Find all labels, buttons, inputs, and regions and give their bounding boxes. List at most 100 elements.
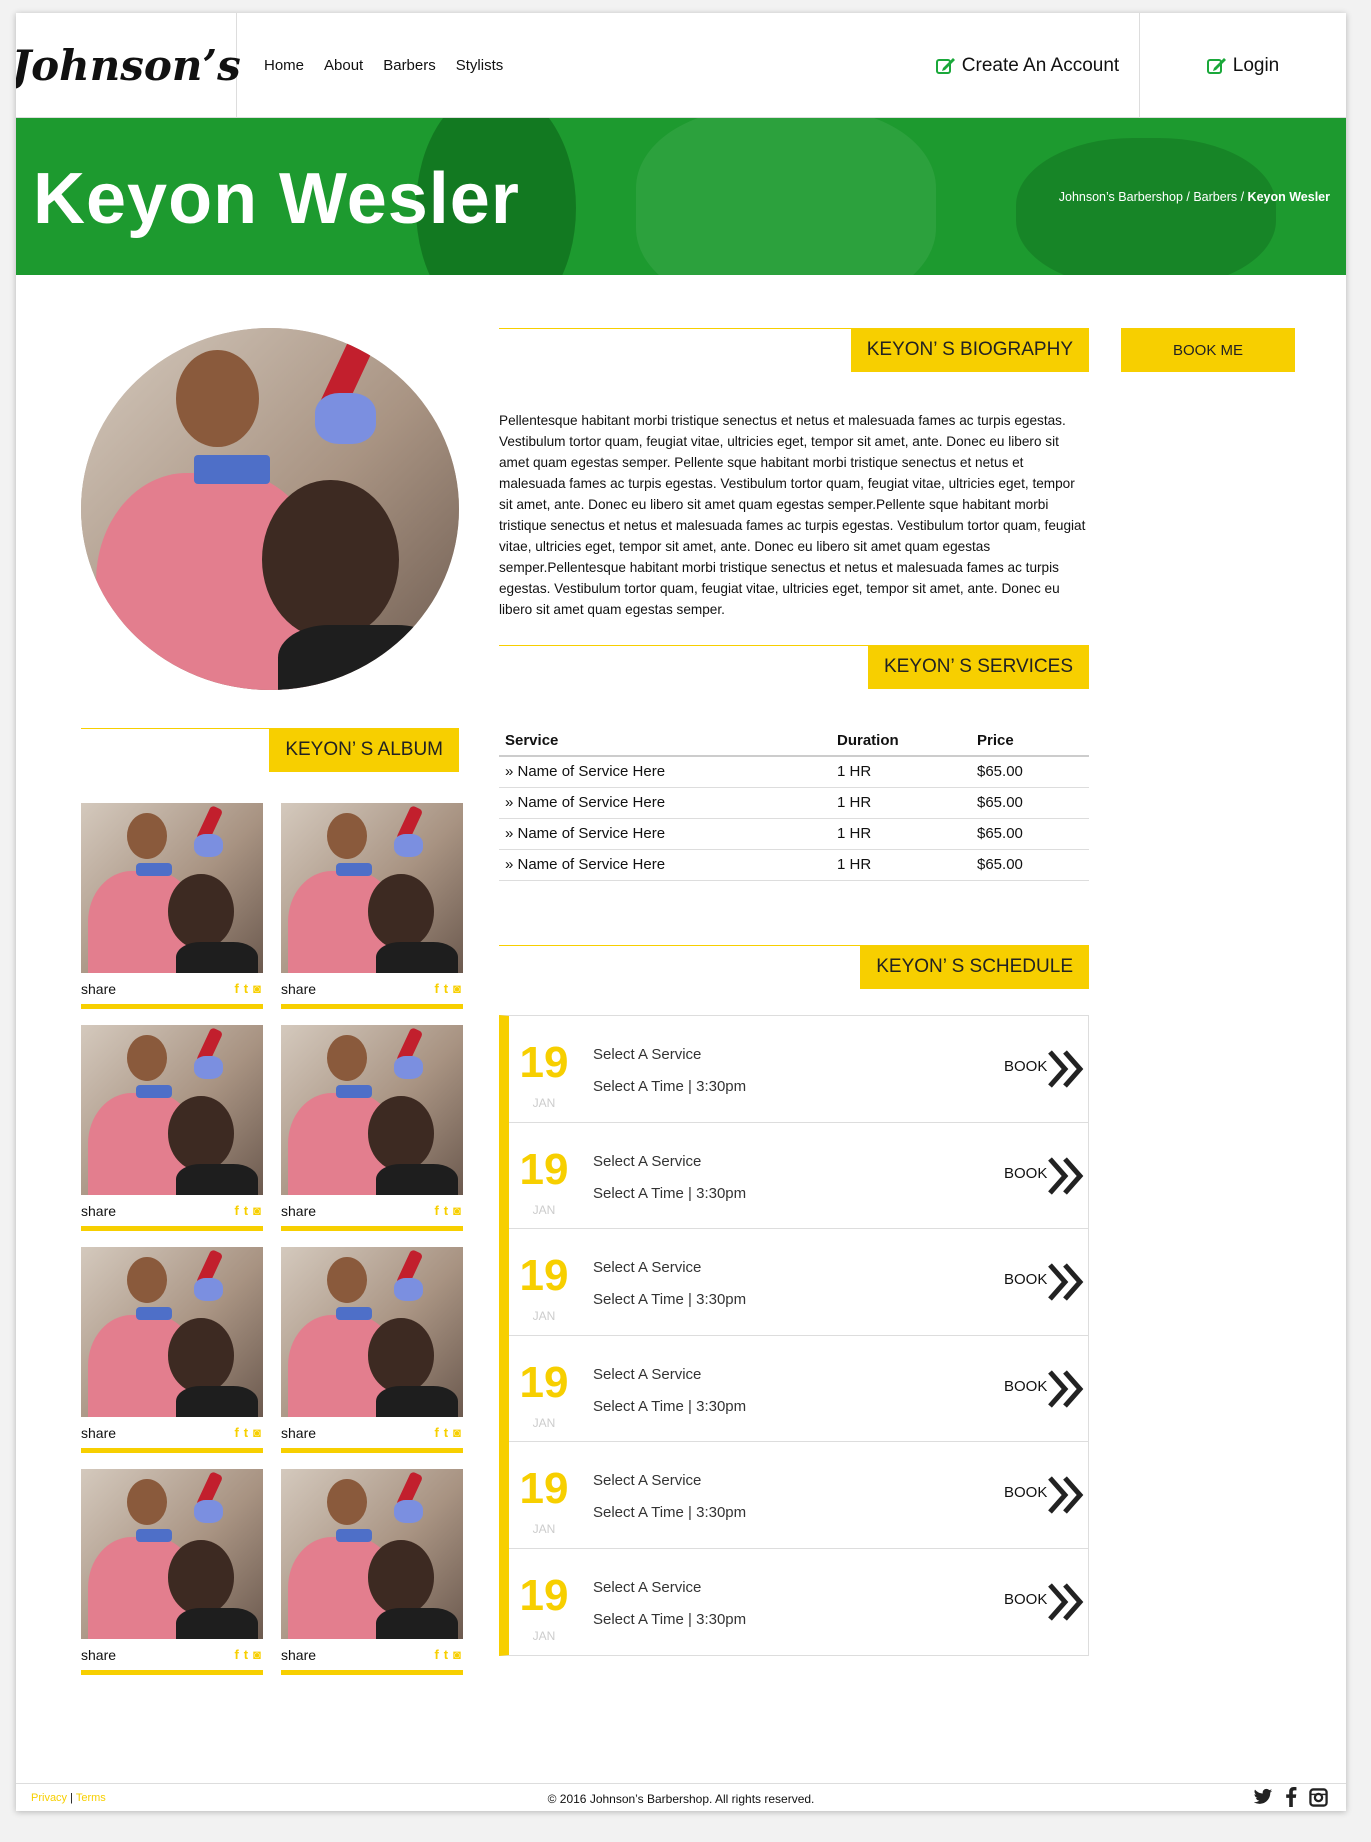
schedule-day: 19 [519, 1464, 569, 1513]
instagram-icon[interactable]: ◙ [253, 1203, 261, 1218]
hero-banner: Keyon Wesler Johnson’s Barbershop / Barb… [16, 118, 1346, 275]
select-service-dropdown[interactable]: Select A Service [593, 1366, 701, 1383]
twitter-icon[interactable]: t [444, 981, 448, 996]
album-photo[interactable] [281, 1025, 463, 1195]
album-item[interactable]: share f t ◙ [81, 803, 263, 1009]
twitter-icon[interactable]: t [444, 1203, 448, 1218]
select-service-dropdown[interactable]: Select A Service [593, 1153, 701, 1170]
share-label: share [81, 981, 117, 997]
book-button[interactable]: BOOK [1004, 1058, 1047, 1075]
page-title: Keyon Wesler [33, 159, 520, 239]
nav-barbers[interactable]: Barbers [383, 57, 436, 74]
book-button[interactable]: BOOK [1004, 1591, 1047, 1608]
site-header: Johnson’s Home About Barbers Stylists Cr… [16, 13, 1346, 118]
album-photo[interactable] [281, 1469, 463, 1639]
nav-about[interactable]: About [324, 57, 363, 74]
album-photo[interactable] [81, 1469, 263, 1639]
book-button[interactable]: BOOK [1004, 1484, 1047, 1501]
twitter-icon[interactable]: t [244, 1203, 248, 1218]
facebook-icon[interactable]: f [234, 1647, 238, 1662]
instagram-icon[interactable]: ◙ [253, 981, 261, 996]
album-item[interactable]: share f t ◙ [81, 1247, 263, 1453]
facebook-icon[interactable] [1285, 1787, 1297, 1807]
schedule-row: 19 JAN Select A Service Select A Time | 3:3… [509, 1442, 1088, 1549]
service-price: $65.00 [971, 849, 1089, 881]
table-row[interactable]: » Name of Service Here 1 HR $65.00 [499, 787, 1089, 819]
album-share-bar: share f t ◙ [81, 1417, 263, 1453]
select-service-dropdown[interactable]: Select A Service [593, 1259, 701, 1276]
twitter-icon[interactable]: t [244, 1425, 248, 1440]
album-photo[interactable] [281, 1247, 463, 1417]
instagram-icon[interactable]: ◙ [453, 1425, 461, 1440]
album-photo[interactable] [81, 803, 263, 973]
login-label: Login [1232, 54, 1280, 76]
table-row[interactable]: » Name of Service Here 1 HR $65.00 [499, 756, 1089, 788]
facebook-icon[interactable]: f [234, 1425, 238, 1440]
select-service-dropdown[interactable]: Select A Service [593, 1579, 701, 1596]
twitter-icon[interactable]: t [244, 1647, 248, 1662]
album-photo[interactable] [281, 803, 463, 973]
double-chevron-right-icon[interactable] [1046, 1155, 1086, 1197]
facebook-icon[interactable]: f [434, 1647, 438, 1662]
twitter-icon[interactable] [1253, 1788, 1273, 1806]
select-time-dropdown[interactable]: Select A Time | 3:30pm [593, 1611, 746, 1628]
nav-stylists[interactable]: Stylists [456, 57, 504, 74]
album-item[interactable]: share f t ◙ [281, 1469, 463, 1675]
twitter-icon[interactable]: t [244, 981, 248, 996]
select-time-dropdown[interactable]: Select A Time | 3:30pm [593, 1398, 746, 1415]
album-item[interactable]: share f t ◙ [81, 1469, 263, 1675]
select-time-dropdown[interactable]: Select A Time | 3:30pm [593, 1504, 746, 1521]
instagram-icon[interactable]: ◙ [453, 1647, 461, 1662]
twitter-icon[interactable]: t [444, 1647, 448, 1662]
facebook-icon[interactable]: f [434, 1203, 438, 1218]
breadcrumb-barbers[interactable]: Barbers [1193, 190, 1237, 204]
service-duration: 1 HR [831, 818, 971, 850]
album-item[interactable]: share f t ◙ [81, 1025, 263, 1231]
twitter-icon[interactable]: t [444, 1425, 448, 1440]
double-chevron-right-icon[interactable] [1046, 1368, 1086, 1410]
site-logo[interactable]: Johnson’s [16, 13, 241, 118]
share-label: share [81, 1425, 117, 1441]
facebook-icon[interactable]: f [434, 1425, 438, 1440]
select-service-dropdown[interactable]: Select A Service [593, 1046, 701, 1063]
double-chevron-right-icon[interactable] [1046, 1261, 1086, 1303]
album-item[interactable]: share f t ◙ [281, 1247, 463, 1453]
select-service-dropdown[interactable]: Select A Service [593, 1472, 701, 1489]
breadcrumb-home[interactable]: Johnson’s Barbershop [1059, 190, 1183, 204]
share-icons: f t ◙ [434, 1425, 461, 1440]
barber-portrait [81, 328, 459, 690]
album-photo[interactable] [81, 1247, 263, 1417]
album-item[interactable]: share f t ◙ [281, 803, 463, 1009]
create-account-label: Create An Account [961, 54, 1120, 76]
facebook-icon[interactable]: f [234, 981, 238, 996]
album-photo[interactable] [81, 1025, 263, 1195]
instagram-icon[interactable] [1309, 1787, 1328, 1807]
schedule-row: 19 JAN Select A Service Select A Time | 3:3… [509, 1229, 1088, 1336]
create-account-button[interactable]: Create An Account [916, 13, 1140, 118]
instagram-icon[interactable]: ◙ [453, 981, 461, 996]
nav-home[interactable]: Home [264, 57, 304, 74]
table-row[interactable]: » Name of Service Here 1 HR $65.00 [499, 849, 1089, 881]
book-button[interactable]: BOOK [1004, 1378, 1047, 1395]
breadcrumb: Johnson’s Barbershop / Barbers / Keyon W… [1059, 190, 1330, 204]
double-chevron-right-icon[interactable] [1046, 1048, 1086, 1090]
album-item[interactable]: share f t ◙ [281, 1025, 463, 1231]
book-button[interactable]: BOOK [1004, 1165, 1047, 1182]
book-button[interactable]: BOOK [1004, 1271, 1047, 1288]
select-time-dropdown[interactable]: Select A Time | 3:30pm [593, 1078, 746, 1095]
instagram-icon[interactable]: ◙ [253, 1647, 261, 1662]
facebook-icon[interactable]: f [434, 981, 438, 996]
select-time-dropdown[interactable]: Select A Time | 3:30pm [593, 1291, 746, 1308]
table-row[interactable]: » Name of Service Here 1 HR $65.00 [499, 818, 1089, 850]
share-icons: f t ◙ [234, 981, 261, 996]
column-header-duration: Duration [831, 728, 971, 757]
instagram-icon[interactable]: ◙ [453, 1203, 461, 1218]
login-button[interactable]: Login [1140, 13, 1346, 118]
schedule-month: JAN [532, 1522, 556, 1536]
double-chevron-right-icon[interactable] [1046, 1581, 1086, 1623]
instagram-icon[interactable]: ◙ [253, 1425, 261, 1440]
book-me-button[interactable]: BOOK ME [1121, 328, 1295, 372]
facebook-icon[interactable]: f [234, 1203, 238, 1218]
select-time-dropdown[interactable]: Select A Time | 3:30pm [593, 1185, 746, 1202]
double-chevron-right-icon[interactable] [1046, 1474, 1086, 1516]
